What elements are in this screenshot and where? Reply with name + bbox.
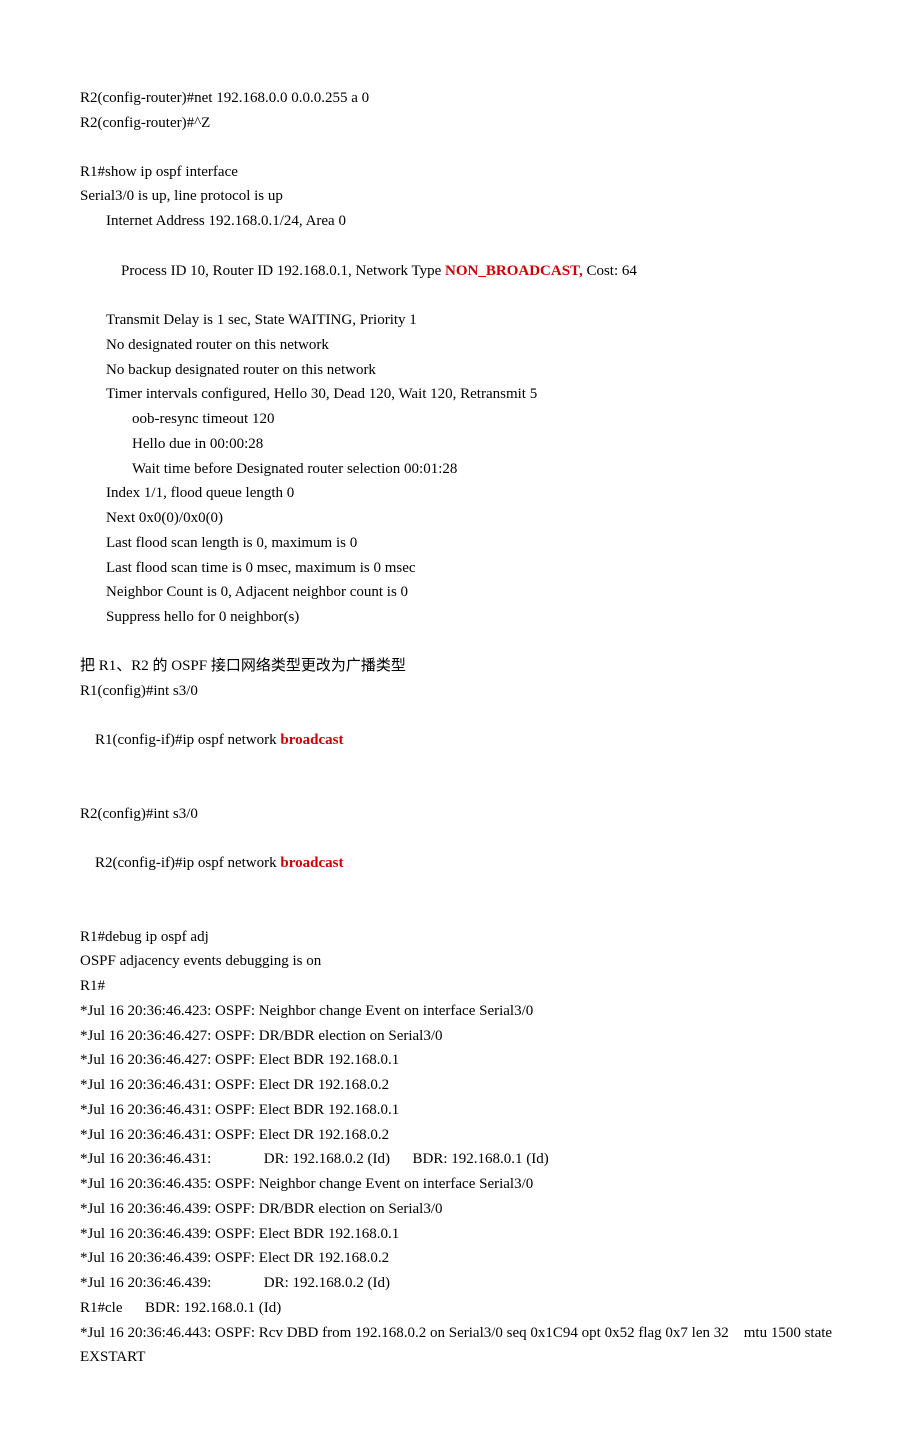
debug-cmd: R1#debug ip ospf adj: [80, 925, 840, 950]
show-cmd: R1#show ip ospf interface: [80, 160, 840, 185]
config-line: R2(config-router)#net 192.168.0.0 0.0.0.…: [80, 86, 840, 111]
highlight-broadcast: broadcast: [280, 732, 343, 748]
config-line: R2(config-router)#^Z: [80, 111, 840, 136]
log-line: *Jul 16 20:36:46.431: OSPF: Elect DR 192…: [80, 1073, 840, 1098]
output-line: OSPF adjacency events debugging is on: [80, 949, 840, 974]
text: R1(config-if)#ip ospf network: [95, 732, 280, 748]
output-line: No designated router on this network: [80, 333, 840, 358]
output-line: Wait time before Designated router selec…: [80, 457, 840, 482]
output-line: Serial3/0 is up, line protocol is up: [80, 184, 840, 209]
log-line: *Jul 16 20:36:46.435: OSPF: Neighbor cha…: [80, 1172, 840, 1197]
note-line: 把 R1、R2 的 OSPF 接口网络类型更改为广播类型: [80, 654, 840, 679]
output-line: Index 1/1, flood queue length 0: [80, 481, 840, 506]
output-line: Last flood scan time is 0 msec, maximum …: [80, 556, 840, 581]
log-line: *Jul 16 20:36:46.431: OSPF: Elect BDR 19…: [80, 1098, 840, 1123]
config-line: R1(config-if)#ip ospf network broadcast: [80, 703, 840, 777]
config-line: R1(config)#int s3/0: [80, 679, 840, 704]
log-line: *Jul 16 20:36:46.431: DR: 192.168.0.2 (I…: [80, 1147, 840, 1172]
output-line: Neighbor Count is 0, Adjacent neighbor c…: [80, 580, 840, 605]
text: Cost: 64: [583, 263, 637, 279]
output-line: Hello due in 00:00:28: [80, 432, 840, 457]
log-line: *Jul 16 20:36:46.427: OSPF: DR/BDR elect…: [80, 1024, 840, 1049]
log-line: *Jul 16 20:36:46.431: OSPF: Elect DR 192…: [80, 1123, 840, 1148]
output-line: Suppress hello for 0 neighbor(s): [80, 605, 840, 630]
log-line: *Jul 16 20:36:46.439: DR: 192.168.0.2 (I…: [80, 1271, 840, 1296]
log-line: *Jul 16 20:36:46.423: OSPF: Neighbor cha…: [80, 999, 840, 1024]
output-line: No backup designated router on this netw…: [80, 358, 840, 383]
highlight-broadcast: broadcast: [280, 855, 343, 871]
output-line: oob-resync timeout 120: [80, 407, 840, 432]
output-line: Process ID 10, Router ID 192.168.0.1, Ne…: [80, 234, 840, 308]
log-line: *Jul 16 20:36:46.427: OSPF: Elect BDR 19…: [80, 1048, 840, 1073]
prompt: R1#: [80, 974, 840, 999]
text: R2(config-if)#ip ospf network: [95, 855, 280, 871]
output-line: Internet Address 192.168.0.1/24, Area 0: [80, 209, 840, 234]
log-line: *Jul 16 20:36:46.439: OSPF: Elect DR 192…: [80, 1246, 840, 1271]
log-line: R1#cle BDR: 192.168.0.1 (Id): [80, 1296, 840, 1321]
log-line: *Jul 16 20:36:46.439: OSPF: DR/BDR elect…: [80, 1197, 840, 1222]
highlight-non-broadcast: NON_BROADCAST,: [445, 263, 583, 279]
output-line: Timer intervals configured, Hello 30, De…: [80, 382, 840, 407]
text: Process ID 10, Router ID 192.168.0.1, Ne…: [121, 263, 445, 279]
output-line: Next 0x0(0)/0x0(0): [80, 506, 840, 531]
output-line: Transmit Delay is 1 sec, State WAITING, …: [80, 308, 840, 333]
log-line: *Jul 16 20:36:46.443: OSPF: Rcv DBD from…: [80, 1321, 840, 1371]
log-line: *Jul 16 20:36:46.439: OSPF: Elect BDR 19…: [80, 1222, 840, 1247]
output-line: Last flood scan length is 0, maximum is …: [80, 531, 840, 556]
config-line: R2(config)#int s3/0: [80, 802, 840, 827]
config-line: R2(config-if)#ip ospf network broadcast: [80, 826, 840, 900]
document-page: R2(config-router)#net 192.168.0.0 0.0.0.…: [0, 0, 920, 1450]
